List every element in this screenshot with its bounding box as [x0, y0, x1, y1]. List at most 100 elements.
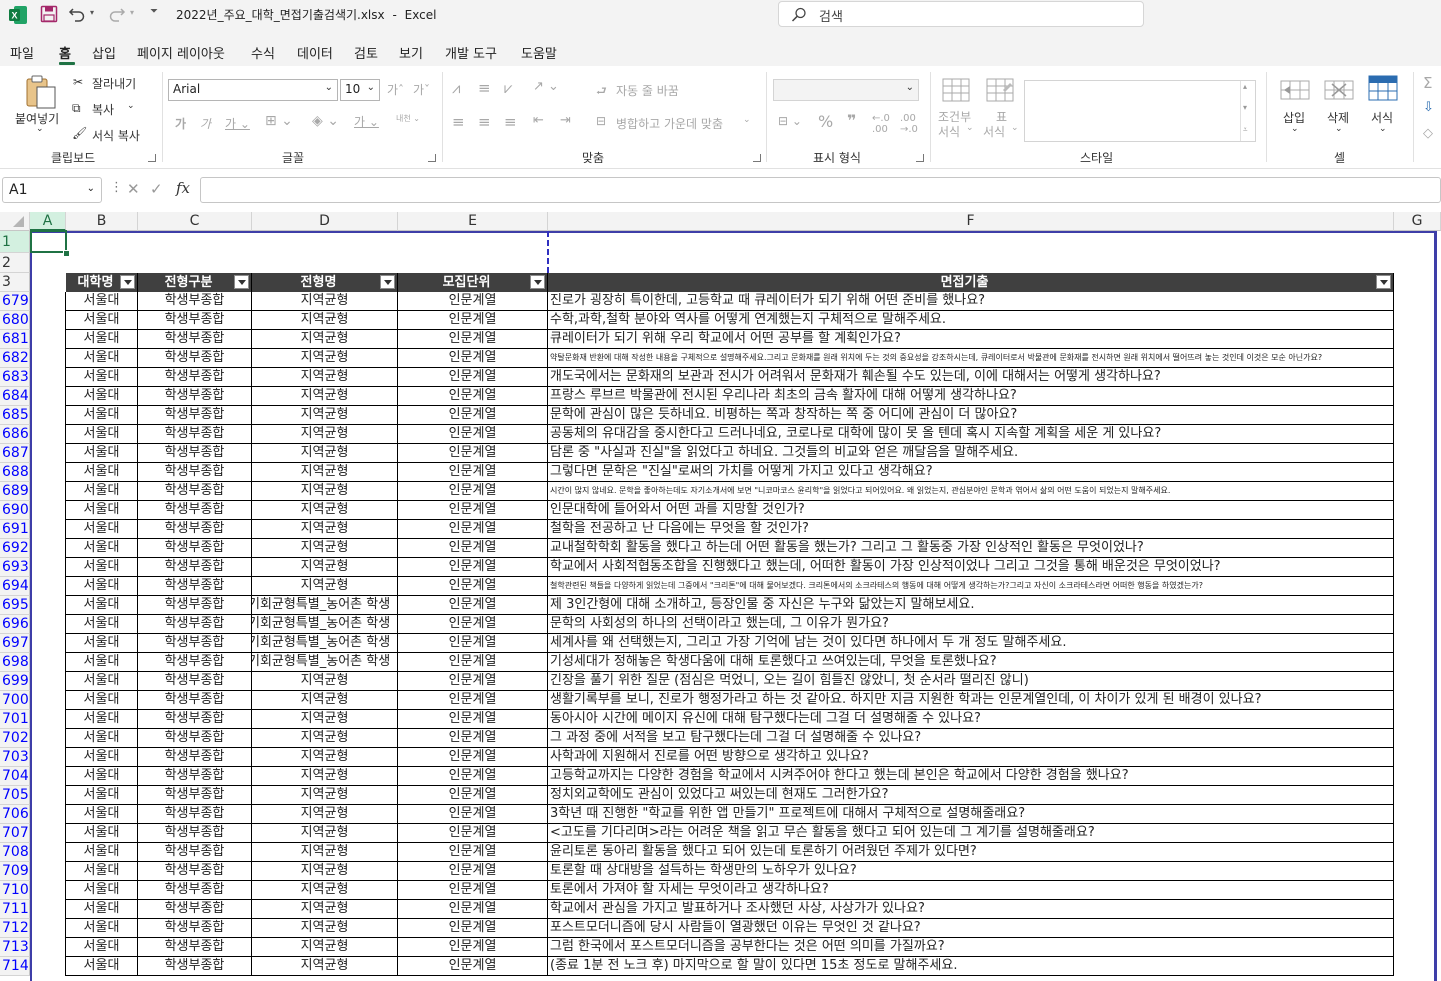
cell-unit[interactable]: 인문계열: [398, 387, 548, 406]
cell-unit[interactable]: 인문계열: [398, 634, 548, 653]
cell-question[interactable]: 학교에서 사회적협동조합을 진행했다고 했는데, 어떠한 활동이 가장 인상적이…: [548, 558, 1394, 577]
format-as-table-label-2[interactable]: 서식: [983, 123, 1005, 140]
tab-data[interactable]: 데이터: [297, 43, 333, 62]
filter-dropdown-button[interactable]: [1376, 275, 1391, 289]
row-header[interactable]: 694: [0, 577, 30, 596]
cell-question[interactable]: 개도국에서는 문화재의 보관과 전시가 어려워서 문화재가 훼손될 수도 있는데…: [548, 368, 1394, 387]
enter-icon[interactable]: ✓: [150, 180, 163, 198]
cell-name[interactable]: 지역균형: [252, 881, 398, 900]
row-header[interactable]: 680: [0, 311, 30, 330]
number-launcher-icon[interactable]: [916, 154, 924, 162]
row-header[interactable]: 686: [0, 425, 30, 444]
cell-question[interactable]: 그렇다면 문학은 "진실"로써의 가치를 어떻게 가지고 있다고 생각해요?: [548, 463, 1394, 482]
align-bottom-icon[interactable]: ⩗: [504, 79, 512, 97]
cell-name[interactable]: 지역균형: [252, 558, 398, 577]
cell-question[interactable]: 고등학교까지는 다양한 경험을 학교에서 시켜주어야 한다고 했는데 본인은 학…: [548, 767, 1394, 786]
cell-unit[interactable]: 인문계열: [398, 767, 548, 786]
conditional-format-label-2[interactable]: 서식: [938, 123, 960, 140]
italic-icon[interactable]: 가: [200, 115, 211, 132]
merge-center-icon[interactable]: ⊟: [596, 114, 606, 128]
cell-name[interactable]: 지역균형: [252, 957, 398, 976]
row-header[interactable]: 683: [0, 368, 30, 387]
row-header[interactable]: 690: [0, 501, 30, 520]
cell-type[interactable]: 학생부종합: [138, 292, 252, 311]
tab-insert[interactable]: 삽입: [92, 43, 116, 62]
insert-cells-icon[interactable]: [1280, 78, 1310, 102]
cell-university[interactable]: 서울대: [66, 710, 138, 729]
row-header[interactable]: 712: [0, 919, 30, 938]
cell-name[interactable]: 지역균형: [252, 330, 398, 349]
cell-name[interactable]: 지역균형: [252, 729, 398, 748]
row-header[interactable]: 710: [0, 881, 30, 900]
cell-question[interactable]: 담론 중 "사실과 진실"을 읽었다고 하네요. 그것들의 비교와 얻은 깨달음…: [548, 444, 1394, 463]
cell-type[interactable]: 학생부종합: [138, 957, 252, 976]
undo-dropdown-icon[interactable]: ▾: [90, 8, 94, 17]
cell-type[interactable]: 학생부종합: [138, 425, 252, 444]
cell-unit[interactable]: 인문계열: [398, 957, 548, 976]
conditional-format-icon[interactable]: [942, 78, 970, 102]
autosum-icon[interactable]: Σ: [1423, 74, 1432, 92]
column-header-b[interactable]: B: [66, 212, 138, 231]
cell-type[interactable]: 학생부종합: [138, 406, 252, 425]
cell-question[interactable]: 기성세대가 정해놓은 학생다움에 대해 토론했다고 쓰여있는데, 무엇을 토론했…: [548, 653, 1394, 672]
font-name-select[interactable]: Arial ⌄: [168, 79, 338, 101]
paste-icon[interactable]: [24, 74, 58, 110]
cell-type[interactable]: 학생부종합: [138, 824, 252, 843]
cell-unit[interactable]: 인문계열: [398, 653, 548, 672]
cell-university[interactable]: 서울대: [66, 881, 138, 900]
cell-question[interactable]: 진로가 굉장히 특이한데, 고등학교 때 큐레이터가 되기 위해 어떤 준비를 …: [548, 292, 1394, 311]
row-header[interactable]: 713: [0, 938, 30, 957]
cell-university[interactable]: 서울대: [66, 900, 138, 919]
clear-icon[interactable]: ◇: [1423, 126, 1433, 141]
cell-question[interactable]: 동아시아 시간에 메이지 유신에 대해 탐구했다는데 그걸 더 설명해줄 수 있…: [548, 710, 1394, 729]
cell-type[interactable]: 학생부종합: [138, 881, 252, 900]
cell-question[interactable]: 철학관련된 책들을 다양하게 읽었는데 그중에서 "크리톤"에 대해 물어보겠다…: [548, 577, 1394, 596]
cell-university[interactable]: 서울대: [66, 292, 138, 311]
row-header[interactable]: 684: [0, 387, 30, 406]
cell-university[interactable]: 서울대: [66, 596, 138, 615]
cell-question[interactable]: 교내철학학회 활동을 했다고 하는데 어떤 활동을 했는가? 그리고 그 활동중…: [548, 539, 1394, 558]
cell-type[interactable]: 학생부종합: [138, 368, 252, 387]
align-right-icon[interactable]: ≡: [504, 113, 517, 131]
tab-view[interactable]: 보기: [399, 43, 423, 62]
row-header[interactable]: 692: [0, 539, 30, 558]
row-header[interactable]: 682: [0, 349, 30, 368]
cell-university[interactable]: 서울대: [66, 672, 138, 691]
cell-type[interactable]: 학생부종합: [138, 786, 252, 805]
cell-university[interactable]: 서울대: [66, 520, 138, 539]
cell-university[interactable]: 서울대: [66, 330, 138, 349]
cell-type[interactable]: 학생부종합: [138, 330, 252, 349]
cell-name[interactable]: 지역균형: [252, 843, 398, 862]
cell-unit[interactable]: 인문계열: [398, 900, 548, 919]
cell-type[interactable]: 학생부종합: [138, 900, 252, 919]
cell-name[interactable]: 지역균형: [252, 349, 398, 368]
row-header[interactable]: 685: [0, 406, 30, 425]
cell-name[interactable]: 지역균형: [252, 672, 398, 691]
column-header-d[interactable]: D: [252, 212, 398, 231]
row-header[interactable]: 701: [0, 710, 30, 729]
cell-university[interactable]: 서울대: [66, 767, 138, 786]
decrease-decimal-icon[interactable]: .00 →.0: [900, 113, 918, 135]
cell-type[interactable]: 학생부종합: [138, 710, 252, 729]
alignment-launcher-icon[interactable]: [753, 154, 761, 162]
cell-unit[interactable]: 인문계열: [398, 748, 548, 767]
cell-question[interactable]: (종료 1분 전 노크 후) 마지막으로 할 말이 있다면 15초 정도로 말해…: [548, 957, 1394, 976]
cell-unit[interactable]: 인문계열: [398, 862, 548, 881]
cell-type[interactable]: 학생부종합: [138, 938, 252, 957]
row-header[interactable]: 3: [0, 273, 30, 292]
redo-dropdown-icon[interactable]: ▾: [130, 8, 134, 17]
orientation-icon[interactable]: ↗ ⌄: [533, 79, 559, 94]
row-header[interactable]: 689: [0, 482, 30, 501]
format-painter-label[interactable]: 서식 복사: [92, 127, 140, 144]
row-header[interactable]: 700: [0, 691, 30, 710]
cell-type[interactable]: 학생부종합: [138, 615, 252, 634]
cell-name[interactable]: 지역균형: [252, 805, 398, 824]
cell-question[interactable]: 약탈문화재 반환에 대해 작성한 내용을 구체적으로 설명해주세요.그리고 문화…: [548, 349, 1394, 368]
cell-type[interactable]: 학생부종합: [138, 501, 252, 520]
copy-icon[interactable]: ⧉: [72, 101, 81, 116]
cell-question[interactable]: 수학,과학,철학 분야와 역사를 어떻게 연계했는지 구체적으로 말해주세요.: [548, 311, 1394, 330]
cell-name[interactable]: 지역균형: [252, 862, 398, 881]
row-header[interactable]: 705: [0, 786, 30, 805]
cell-name[interactable]: 기회균형특별_농어촌 학생: [252, 653, 398, 672]
cell-university[interactable]: 서울대: [66, 748, 138, 767]
